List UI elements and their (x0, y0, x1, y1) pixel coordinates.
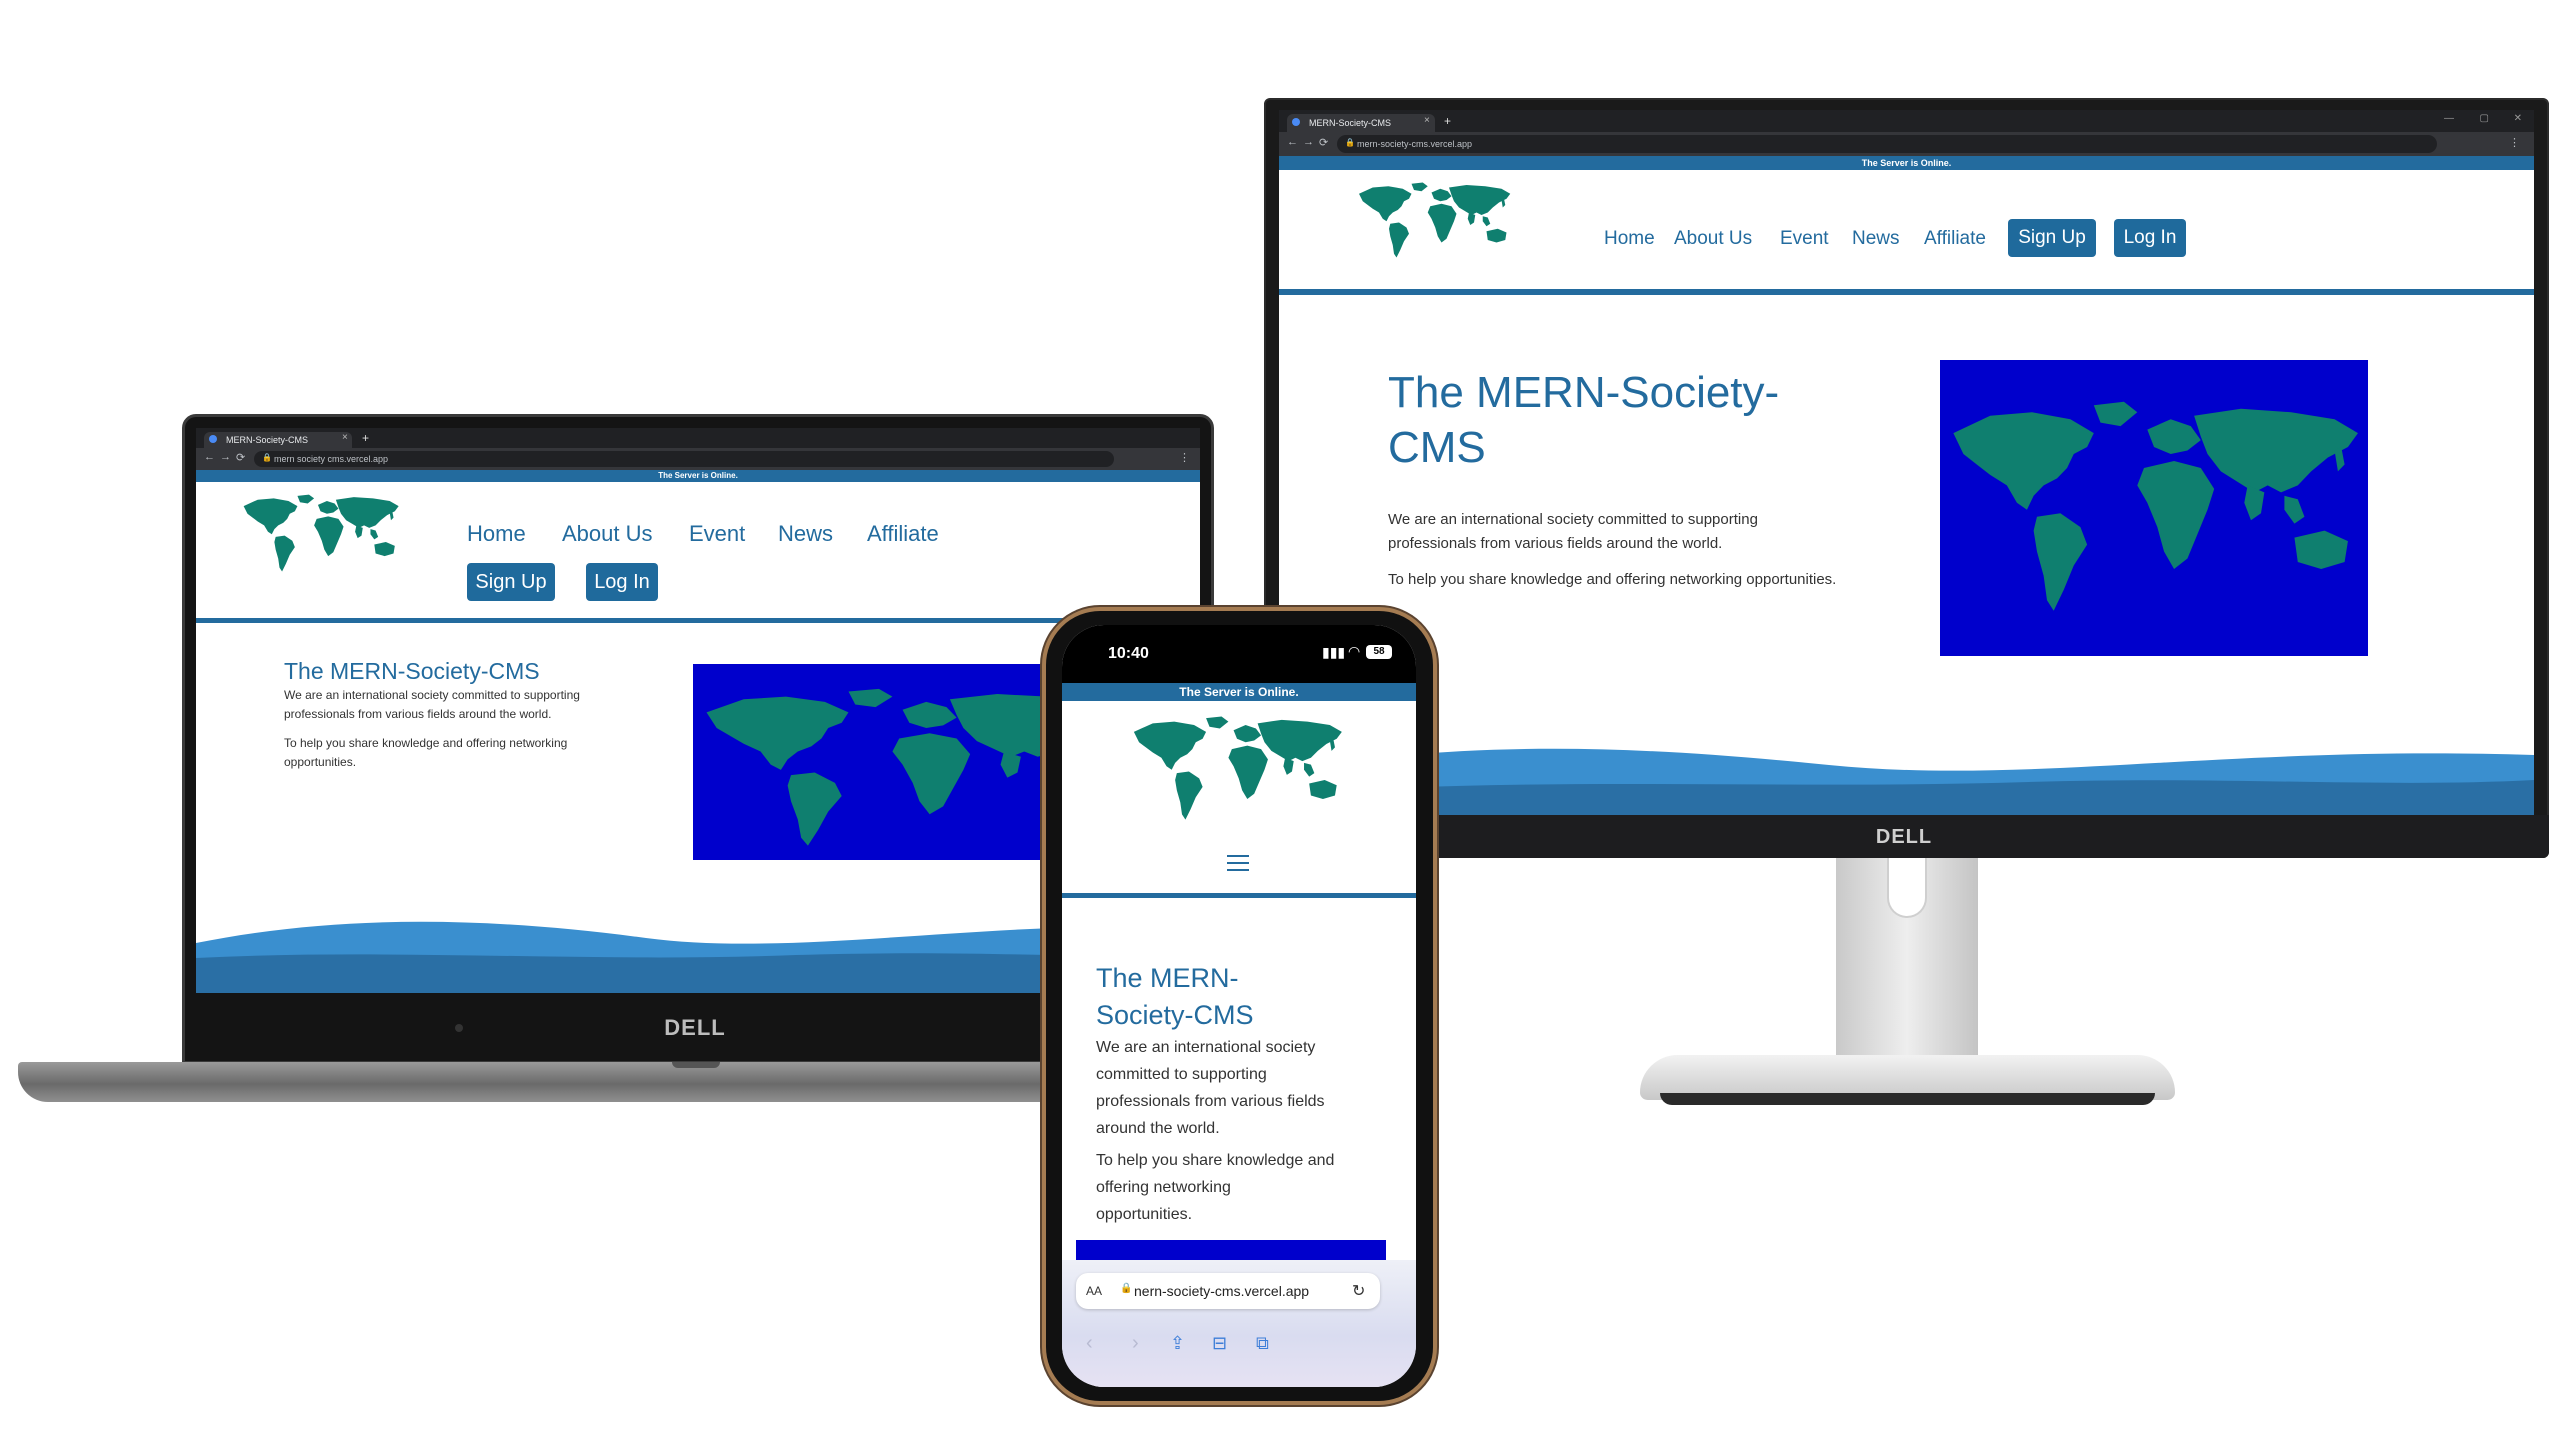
hero-title: The MERN-Society-CMS (284, 658, 540, 684)
browser-tabstrip: MERN-Society-CMS × + — ▢ ✕ (1279, 110, 2534, 132)
hero-paragraph-2: To help you share knowledge and offering… (284, 736, 568, 769)
hero-title: The MERN-Society-CMS (1096, 963, 1254, 1030)
back-arrow-icon[interactable]: ← (204, 451, 215, 463)
minimize-icon[interactable]: — (2444, 113, 2454, 124)
address-bar[interactable]: mern society cms.vercel.app (254, 451, 1114, 467)
reader-aa-button[interactable]: AA (1086, 1284, 1102, 1298)
safari-address-bar[interactable]: AA 🔒 nern-society-cms.vercel.app ↻ (1076, 1273, 1380, 1309)
favicon-icon (1292, 118, 1300, 126)
clock-time: 10:40 (1108, 645, 1149, 662)
nav-divider (196, 618, 1200, 623)
wifi-icon: ◠ (1348, 643, 1361, 659)
nav-home[interactable]: Home (467, 521, 526, 547)
nav-affiliate[interactable]: Affiliate (867, 521, 939, 547)
reload-icon[interactable]: ↻ (1352, 1281, 1365, 1301)
nav-divider (1062, 893, 1416, 898)
login-button[interactable]: Log In (2114, 219, 2186, 257)
nav-home[interactable]: Home (1604, 228, 1655, 250)
browser-tab[interactable]: MERN-Society-CMS (1287, 114, 1435, 132)
server-status-banner: The Server is Online. (1279, 156, 2534, 170)
back-arrow-icon[interactable]: ‹ (1086, 1332, 1093, 1355)
monitor-brand-logo: DELL (1875, 826, 1933, 848)
browser-toolbar: ← → ⟳ mern society cms.vercel.app 🔒 ⋮ (196, 448, 1200, 470)
hero-paragraph-1: We are an international society committe… (1388, 511, 1758, 552)
forward-arrow-icon[interactable]: › (1132, 1332, 1139, 1355)
close-window-icon[interactable]: ✕ (2514, 113, 2522, 124)
world-map-logo[interactable] (1102, 713, 1372, 823)
signup-button[interactable]: Sign Up (2008, 219, 2096, 257)
nav-about-us[interactable]: About Us (1674, 228, 1752, 250)
login-button[interactable]: Log In (586, 563, 658, 601)
hero-paragraph-2: To help you share knowledge and offering… (1388, 571, 1837, 588)
hero-title: The MERN-Society-CMS (1388, 368, 1780, 472)
phone-screen: 10:40 ▮▮▮ ◠ 58 The Server is Online. The… (1062, 625, 1416, 1387)
bookmarks-icon[interactable]: ⊟ (1212, 1333, 1227, 1354)
nav-about-us[interactable]: About Us (562, 521, 653, 547)
monitor-stand-cable-hole (1887, 858, 1927, 918)
laptop-base (18, 1062, 1198, 1102)
monitor-base-foot (1660, 1093, 2155, 1105)
browser-tabstrip: MERN-Society-CMS × + (196, 428, 1200, 448)
forward-arrow-icon[interactable]: → (220, 451, 231, 463)
new-tab-icon[interactable]: + (362, 431, 369, 445)
battery-icon: 58 (1366, 645, 1392, 659)
reload-icon[interactable]: ⟳ (236, 451, 245, 464)
back-arrow-icon[interactable]: ← (1287, 136, 1298, 148)
signal-icon: ▮▮▮ (1322, 644, 1346, 660)
nav-news[interactable]: News (778, 521, 833, 547)
hero-paragraph-1: We are an international society committe… (284, 688, 580, 721)
browser-tab[interactable]: MERN-Society-CMS (204, 432, 352, 448)
tab-close-icon[interactable]: × (1424, 115, 1430, 126)
tab-close-icon[interactable]: × (342, 432, 348, 443)
monitor-screen: MERN-Society-CMS × + — ▢ ✕ ← → ⟳ mern-so… (1279, 110, 2534, 815)
tabs-icon[interactable]: ⧉ (1256, 1333, 1269, 1354)
hero-paragraph-1: We are an international society committed… (1096, 1039, 1325, 1137)
nav-divider (1279, 289, 2534, 295)
signup-button[interactable]: Sign Up (467, 563, 555, 601)
nav-news[interactable]: News (1852, 228, 1900, 250)
browser-toolbar: ← → ⟳ mern-society-cms.vercel.app 🔒 ⋮ (1279, 132, 2534, 156)
wave-footer (1279, 748, 2534, 815)
more-menu-icon[interactable]: ⋮ (1179, 451, 1190, 464)
nav-affiliate[interactable]: Affiliate (1924, 228, 1986, 250)
hero-paragraph-2: To help you share knowledge and offering … (1096, 1152, 1335, 1223)
url-text: nern-society-cms.vercel.app (1134, 1283, 1310, 1299)
laptop-brand-logo: DELL (664, 1015, 726, 1040)
address-bar[interactable]: mern-society-cms.vercel.app (1337, 135, 2437, 153)
more-menu-icon[interactable]: ⋮ (2509, 136, 2520, 149)
phone-dynamic-island (1202, 630, 1276, 646)
nav-event[interactable]: Event (1780, 228, 1829, 250)
share-icon[interactable]: ⇪ (1170, 1333, 1185, 1354)
favicon-icon (209, 435, 217, 443)
hamburger-menu-icon[interactable] (1227, 855, 1249, 871)
nav-event[interactable]: Event (689, 521, 745, 547)
hero-world-map (1940, 360, 2368, 656)
maximize-icon[interactable]: ▢ (2480, 113, 2489, 124)
world-map-logo[interactable] (1354, 180, 1514, 260)
lock-icon: 🔒 (262, 453, 272, 462)
server-status-banner: The Server is Online. (196, 470, 1200, 482)
world-map-logo[interactable] (238, 492, 403, 574)
lock-icon: 🔒 (1120, 1283, 1133, 1294)
laptop-lid-notch (672, 1062, 720, 1068)
laptop-camera (455, 1024, 463, 1032)
lock-icon: 🔒 (1345, 138, 1355, 147)
reload-icon[interactable]: ⟳ (1319, 136, 1328, 149)
server-status-banner: The Server is Online. (1062, 683, 1416, 701)
new-tab-icon[interactable]: + (1444, 114, 1451, 128)
forward-arrow-icon[interactable]: → (1303, 136, 1314, 148)
